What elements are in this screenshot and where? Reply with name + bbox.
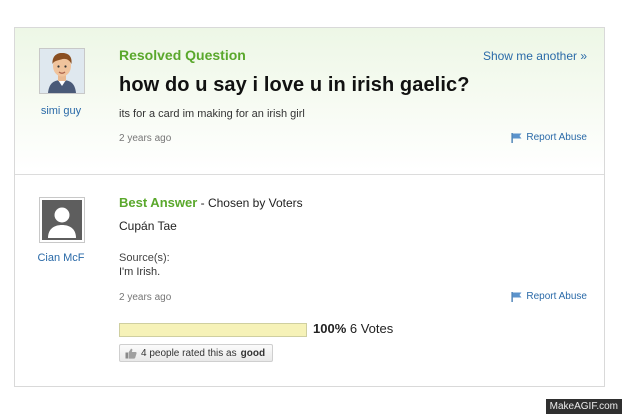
- question-timestamp: 2 years ago: [119, 133, 172, 144]
- best-answer-label: Best Answer: [119, 195, 198, 210]
- chosen-by-label: - Chosen by Voters: [197, 196, 303, 210]
- question-panel: simi guy Resolved Question Show me anoth…: [15, 28, 604, 170]
- report-abuse-label[interactable]: Report Abuse: [526, 132, 587, 143]
- thumbs-up-icon: [125, 348, 137, 359]
- asker-avatar[interactable]: [39, 48, 85, 94]
- question-title: how do u say i love u in irish gaelic?: [119, 74, 470, 96]
- answerer-name[interactable]: Cian McF: [21, 252, 101, 264]
- show-me-another-link[interactable]: Show me another »: [483, 49, 587, 63]
- vote-progress-fill: [120, 324, 306, 336]
- rating-button[interactable]: 4 people rated this as good: [119, 344, 274, 362]
- rated-prefix: 4 people rated this as: [141, 347, 237, 359]
- rated-value: good: [240, 347, 266, 359]
- resolved-question-label: Resolved Question: [119, 47, 246, 63]
- asker-name[interactable]: simi guy: [21, 105, 101, 117]
- avatar-cartoon-man-icon: [40, 49, 84, 93]
- flag-icon: [511, 132, 522, 143]
- answerer-avatar[interactable]: [39, 197, 85, 243]
- vote-count: 6 Votes: [349, 321, 394, 336]
- answer-text: Cupán Tae: [119, 219, 177, 233]
- vote-summary: 100% 6 Votes: [313, 321, 393, 336]
- answer-report-abuse-link[interactable]: Report Abuse: [511, 291, 587, 302]
- question-details: its for a card im making for an irish gi…: [119, 108, 305, 120]
- avatar-default-silhouette-icon: [40, 198, 84, 242]
- best-answer-header: Best Answer - Chosen by Voters: [119, 195, 303, 210]
- makeagif-watermark: MakeAGIF.com: [545, 399, 622, 414]
- report-abuse-label[interactable]: Report Abuse: [526, 291, 587, 302]
- question-answer-card: simi guy Resolved Question Show me anoth…: [14, 27, 605, 387]
- answer-timestamp: 2 years ago: [119, 292, 172, 303]
- sources-label: Source(s):: [119, 252, 170, 264]
- vote-progress-bar: [119, 323, 307, 337]
- flag-icon: [511, 291, 522, 302]
- question-report-abuse-link[interactable]: Report Abuse: [511, 132, 587, 143]
- sources-value: I'm Irish.: [119, 266, 161, 278]
- vote-percent: 100%: [313, 321, 347, 336]
- section-divider: [15, 174, 604, 175]
